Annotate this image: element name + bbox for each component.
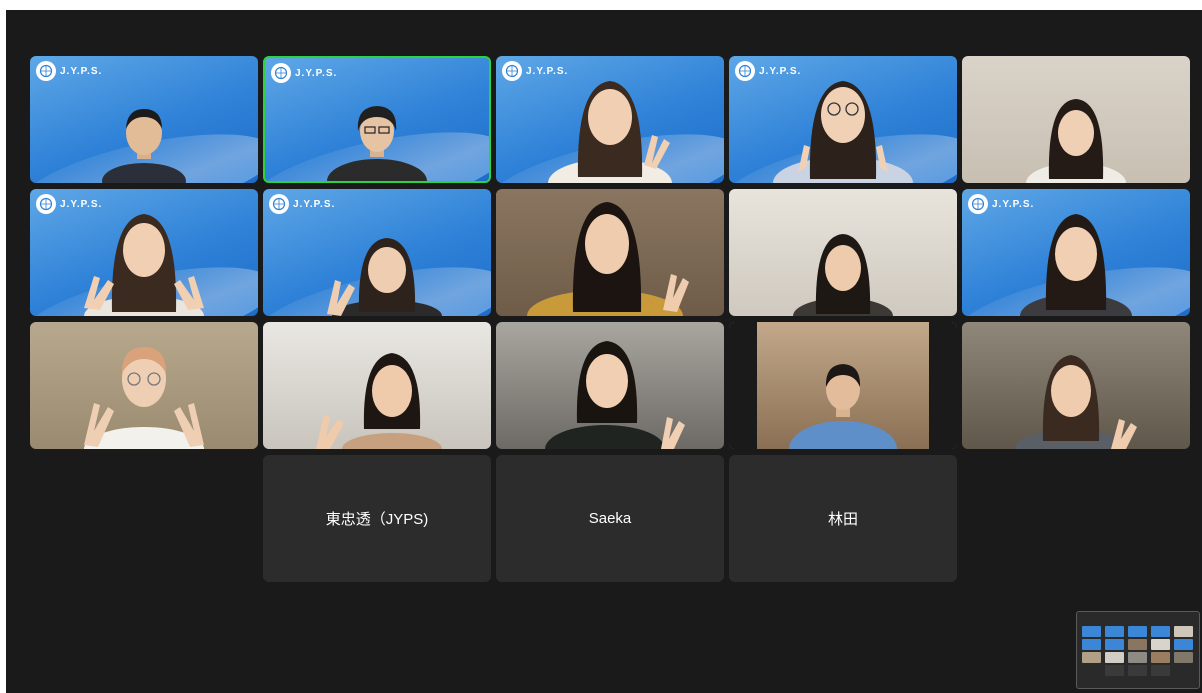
logo-text: J.Y.P.S.	[526, 65, 569, 77]
globe-laurel-icon	[271, 63, 291, 83]
jyps-logo: J.Y.P.S.	[502, 61, 568, 81]
globe-laurel-icon	[735, 61, 755, 81]
logo-text: J.Y.P.S.	[60, 65, 103, 77]
gallery-view: J.Y.P.S. J.Y.P.S. J.Y.P.S. J.Y.P.S. J.Y.…	[6, 10, 1202, 693]
jyps-logo: J.Y.P.S.	[36, 194, 102, 214]
participant-name-tile[interactable]: 東忠透（JYPS)	[263, 455, 491, 582]
participant-video-tile[interactable]	[263, 322, 491, 449]
participant-silhouette	[292, 345, 462, 449]
participant-name-tile[interactable]: 林田	[729, 455, 957, 582]
participant-silhouette	[788, 224, 898, 316]
participant-video-tile[interactable]	[496, 189, 724, 316]
participant-name-tile[interactable]: Saeka	[496, 455, 724, 582]
participant-silhouette	[54, 333, 234, 449]
logo-text: J.Y.P.S.	[295, 67, 338, 79]
jyps-logo: J.Y.P.S.	[271, 63, 337, 83]
self-view-thumbnail[interactable]	[1076, 611, 1200, 689]
participant-silhouette	[1021, 91, 1131, 183]
participant-name: 林田	[827, 511, 858, 528]
participant-video-tile-active-speaker[interactable]: J.Y.P.S.	[263, 56, 491, 183]
globe-laurel-icon	[502, 61, 522, 81]
participant-video-tile[interactable]: J.Y.P.S.	[729, 56, 957, 183]
participant-video-tile[interactable]	[496, 322, 724, 449]
participant-silhouette	[525, 333, 695, 449]
participant-silhouette	[64, 200, 224, 316]
participant-video-tile[interactable]: J.Y.P.S.	[30, 189, 258, 316]
participant-silhouette	[1001, 345, 1151, 449]
participant-video-tile[interactable]: J.Y.P.S.	[962, 189, 1190, 316]
globe-laurel-icon	[269, 194, 289, 214]
participant-video-tile[interactable]	[962, 56, 1190, 183]
jyps-logo: J.Y.P.S.	[36, 61, 102, 81]
participant-name: 東忠透（JYPS)	[325, 511, 429, 528]
participant-video-tile[interactable]	[30, 322, 258, 449]
participant-silhouette	[99, 101, 189, 183]
globe-laurel-icon	[36, 194, 56, 214]
participant-silhouette	[322, 95, 432, 181]
participant-silhouette	[1016, 206, 1136, 316]
logo-text: J.Y.P.S.	[60, 198, 103, 210]
globe-laurel-icon	[968, 194, 988, 214]
participant-name: Saeka	[588, 510, 632, 527]
jyps-logo: J.Y.P.S.	[968, 194, 1034, 214]
participant-silhouette	[297, 230, 457, 316]
participant-video-tile[interactable]: J.Y.P.S.	[496, 56, 724, 183]
participant-video-tile[interactable]	[729, 322, 957, 449]
logo-text: J.Y.P.S.	[293, 198, 336, 210]
logo-text: J.Y.P.S.	[992, 198, 1035, 210]
participant-video-tile[interactable]	[962, 322, 1190, 449]
jyps-logo: J.Y.P.S.	[269, 194, 335, 214]
participant-video-tile[interactable]	[729, 189, 957, 316]
participant-silhouette	[783, 349, 903, 449]
participant-video-tile[interactable]: J.Y.P.S.	[30, 56, 258, 183]
participant-silhouette	[525, 192, 695, 316]
participant-video-tile[interactable]: J.Y.P.S.	[263, 189, 491, 316]
logo-text: J.Y.P.S.	[759, 65, 802, 77]
participant-silhouette	[768, 63, 918, 183]
globe-laurel-icon	[36, 61, 56, 81]
participant-silhouette	[540, 65, 680, 183]
jyps-logo: J.Y.P.S.	[735, 61, 801, 81]
